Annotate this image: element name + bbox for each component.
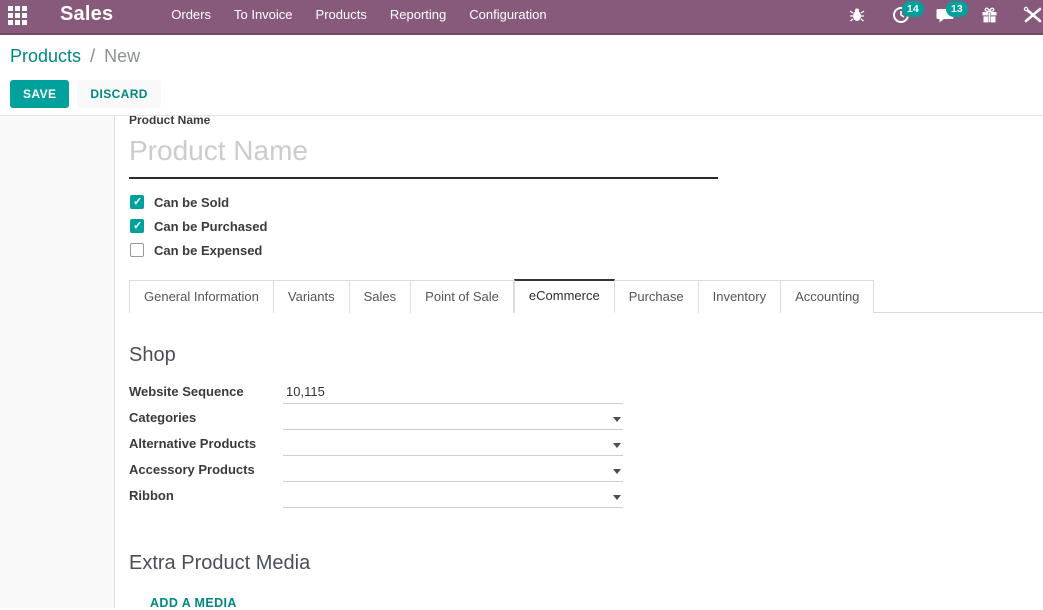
- product-name-input[interactable]: [129, 127, 718, 179]
- product-form-sheet: Product Name Can be Sold Can be Purchase…: [115, 116, 1043, 608]
- can-be-sold-row: Can be Sold: [129, 190, 1043, 214]
- accessory-products-input[interactable]: [283, 460, 623, 482]
- discard-button[interactable]: DISCARD: [77, 80, 160, 108]
- nav-menu: Orders To Invoice Products Reporting Con…: [171, 7, 569, 22]
- breadcrumb-products-link[interactable]: Products: [10, 46, 81, 66]
- can-be-purchased-checkbox[interactable]: [130, 219, 144, 233]
- messages-chat-icon[interactable]: 13: [935, 5, 955, 25]
- product-name-label: Product Name: [129, 116, 1043, 127]
- control-panel-buttons: SAVE DISCARD: [10, 80, 1043, 108]
- ribbon-dropdown-caret-icon[interactable]: [613, 495, 621, 500]
- top-navbar: Sales Orders To Invoice Products Reporti…: [0, 0, 1043, 35]
- breadcrumb-separator: /: [90, 46, 95, 66]
- capability-checkboxes: Can be Sold Can be Purchased Can be Expe…: [129, 190, 1043, 262]
- can-be-purchased-label[interactable]: Can be Purchased: [154, 219, 267, 234]
- website-sequence-label: Website Sequence: [129, 384, 283, 404]
- website-sequence-row: Website Sequence 10,115: [129, 379, 1043, 404]
- tab-general-information[interactable]: General Information: [129, 280, 274, 313]
- categories-dropdown-caret-icon[interactable]: [613, 417, 621, 422]
- categories-input[interactable]: [283, 408, 623, 430]
- alternative-products-label: Alternative Products: [129, 436, 283, 456]
- alternative-products-dropdown-caret-icon[interactable]: [613, 443, 621, 448]
- nav-item-reporting[interactable]: Reporting: [390, 7, 446, 22]
- app-name[interactable]: Sales: [60, 3, 113, 26]
- tab-point-of-sale[interactable]: Point of Sale: [411, 280, 514, 313]
- messages-badge: 13: [946, 1, 968, 17]
- accessory-products-dropdown-caret-icon[interactable]: [613, 469, 621, 474]
- accessory-products-row: Accessory Products: [129, 457, 1043, 482]
- can-be-expensed-row: Can be Expensed: [129, 238, 1043, 262]
- alternative-products-row: Alternative Products: [129, 431, 1043, 456]
- ribbon-input[interactable]: [283, 486, 623, 508]
- tab-variants[interactable]: Variants: [274, 280, 350, 313]
- media-section-title: Extra Product Media: [129, 552, 1043, 575]
- categories-label: Categories: [129, 410, 283, 430]
- can-be-sold-checkbox[interactable]: [130, 195, 144, 209]
- tab-accounting[interactable]: Accounting: [781, 280, 874, 313]
- website-sequence-input[interactable]: 10,115: [283, 382, 623, 404]
- alternative-products-input[interactable]: [283, 434, 623, 456]
- notebook-tabs: General Information Variants Sales Point…: [129, 279, 1043, 313]
- categories-row: Categories: [129, 405, 1043, 430]
- ribbon-label: Ribbon: [129, 488, 283, 508]
- shop-section: Shop Website Sequence 10,115 Categories: [129, 344, 1043, 508]
- activities-clock-icon[interactable]: 14: [891, 5, 911, 25]
- can-be-expensed-checkbox[interactable]: [130, 243, 144, 257]
- tab-ecommerce[interactable]: eCommerce: [514, 279, 615, 313]
- control-panel: Products / New SAVE DISCARD: [0, 35, 1043, 116]
- breadcrumb-current: New: [104, 46, 140, 66]
- can-be-sold-label[interactable]: Can be Sold: [154, 195, 229, 210]
- ribbon-row: Ribbon: [129, 483, 1043, 508]
- accessory-products-label: Accessory Products: [129, 462, 283, 482]
- save-button[interactable]: SAVE: [10, 80, 69, 108]
- tab-sales[interactable]: Sales: [350, 280, 412, 313]
- breadcrumb: Products / New: [10, 46, 1043, 67]
- nav-item-configuration[interactable]: Configuration: [469, 7, 546, 22]
- extra-product-media-section: Extra Product Media ADD A MEDIA: [129, 552, 1043, 608]
- bug-icon[interactable]: [847, 5, 867, 25]
- tools-icon[interactable]: [1023, 5, 1043, 25]
- left-rail: [0, 116, 115, 608]
- gift-icon[interactable]: [979, 5, 999, 25]
- activities-badge: 14: [902, 1, 924, 17]
- nav-right-icons: 14 13: [823, 5, 1033, 25]
- nav-item-to-invoice[interactable]: To Invoice: [234, 7, 293, 22]
- can-be-purchased-row: Can be Purchased: [129, 214, 1043, 238]
- nav-item-products[interactable]: Products: [316, 7, 367, 22]
- can-be-expensed-label[interactable]: Can be Expensed: [154, 243, 262, 258]
- apps-grid-icon[interactable]: [8, 6, 29, 27]
- shop-section-title: Shop: [129, 344, 1043, 367]
- tab-purchase[interactable]: Purchase: [615, 280, 699, 313]
- tab-inventory[interactable]: Inventory: [699, 280, 781, 313]
- nav-item-orders[interactable]: Orders: [171, 7, 211, 22]
- content-area: Product Name Can be Sold Can be Purchase…: [0, 116, 1043, 608]
- add-a-media-button[interactable]: ADD A MEDIA: [148, 592, 239, 608]
